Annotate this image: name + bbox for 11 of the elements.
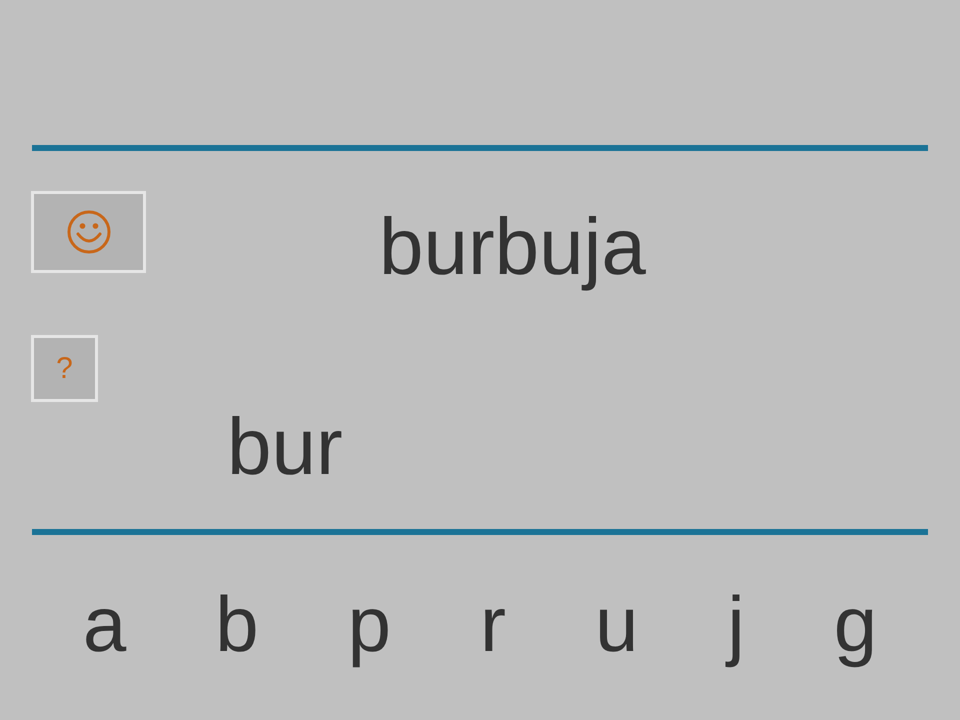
letter-button[interactable]: u <box>595 580 638 668</box>
answer-word: bur <box>227 402 343 492</box>
letter-button[interactable]: j <box>727 580 745 668</box>
smiley-icon <box>66 210 110 254</box>
letter-button[interactable]: r <box>480 580 506 668</box>
prompt-word: burbuja <box>379 202 646 292</box>
letter-button[interactable]: b <box>215 580 259 668</box>
letter-button[interactable]: a <box>82 580 126 668</box>
smiley-button[interactable] <box>31 191 146 273</box>
letter-button[interactable]: g <box>834 580 878 668</box>
letter-button[interactable]: p <box>348 580 392 668</box>
